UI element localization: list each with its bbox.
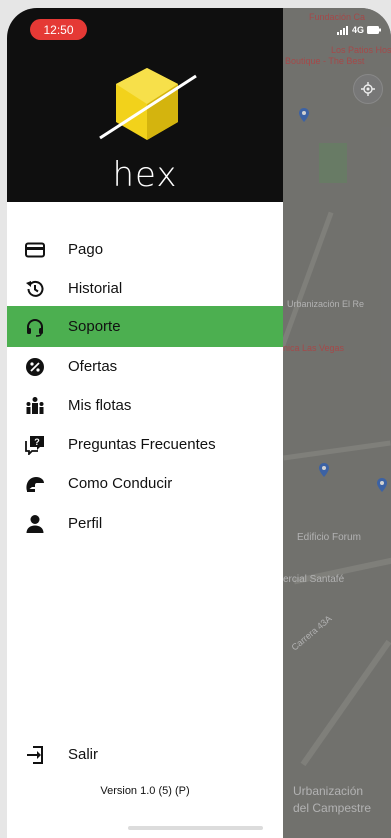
network-type: 4G [352, 25, 365, 35]
menu-item-pago[interactable]: Pago [7, 229, 283, 270]
signal-icon [337, 25, 348, 35]
menu-item-soporte[interactable]: Soporte [7, 306, 283, 347]
headset-icon [24, 316, 46, 338]
logout-button[interactable]: Salir [7, 734, 283, 775]
status-time: 12:50 [30, 19, 87, 40]
status-indicators: 4G [337, 25, 382, 35]
menu-item-preguntas-frecuentes[interactable]: ? Preguntas Frecuentes [7, 424, 283, 465]
menu-item-perfil[interactable]: Perfil [7, 503, 283, 544]
credit-card-icon [24, 239, 46, 261]
percent-badge-icon [24, 356, 46, 378]
crosshair-icon [361, 82, 375, 96]
home-indicator[interactable] [128, 826, 263, 830]
menu-item-label: Preguntas Frecuentes [68, 436, 216, 453]
menu-item-como-conducir[interactable]: Como Conducir [7, 463, 283, 504]
faq-chat-icon: ? [24, 434, 46, 456]
brand-name: hex [112, 155, 178, 195]
menu-item-label: Pago [68, 241, 104, 258]
logout-label: Salir [68, 746, 99, 763]
helmet-icon [24, 473, 46, 495]
locate-button[interactable] [353, 74, 383, 104]
menu-item-historial[interactable]: Historial [7, 268, 283, 309]
person-icon [24, 513, 46, 535]
battery-icon [367, 26, 382, 34]
menu-item-label: Perfil [68, 515, 103, 532]
svg-text:?: ? [34, 437, 40, 447]
navigation-drawer: 12:50 hex Pago Historial Soporte Ofertas… [7, 8, 283, 838]
menu-item-label: Historial [68, 280, 123, 297]
app-version: Version 1.0 (5) (P) [100, 785, 190, 797]
hex-logo-icon [99, 68, 197, 140]
history-icon [24, 278, 46, 300]
menu-item-ofertas[interactable]: Ofertas [7, 346, 283, 387]
menu-item-label: Mis flotas [68, 397, 132, 414]
menu-item-label: Como Conducir [68, 475, 173, 492]
map-view[interactable]: Fundación Ca Los Patios Hostel Boutique … [277, 8, 391, 838]
drawer-header: 12:50 hex [7, 8, 283, 202]
menu-item-label: Ofertas [68, 358, 118, 375]
phone-screen: Fundación Ca Los Patios Hostel Boutique … [7, 8, 391, 838]
menu-item-label: Soporte [68, 318, 121, 335]
map-dim-overlay [283, 8, 391, 838]
fleet-icon [24, 395, 46, 417]
menu-item-mis-flotas[interactable]: Mis flotas [7, 385, 283, 426]
logout-icon [24, 744, 46, 766]
